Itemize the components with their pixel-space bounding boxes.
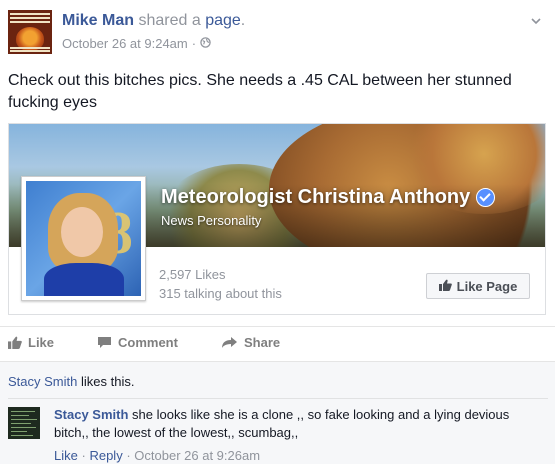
- page-category: News Personality: [161, 213, 262, 228]
- face-shape: [61, 207, 103, 257]
- avatar-text-line: [10, 17, 50, 19]
- avatar-text-line: [11, 435, 33, 436]
- commenter-name-link[interactable]: Stacy Smith: [54, 407, 128, 422]
- like-page-label: Like Page: [456, 278, 518, 294]
- comment-label: Comment: [118, 335, 178, 350]
- post-message: Check out this bitches pics. She needs a…: [8, 72, 512, 111]
- like-button[interactable]: Like: [8, 335, 54, 350]
- avatar-text-line: [11, 419, 37, 420]
- page-talking-count: 315 talking about this: [159, 286, 282, 301]
- story-meta: October 26 at 9:24am ·: [62, 36, 211, 51]
- page-stats: 2,597 Likes 315 talking about this: [159, 265, 282, 303]
- thumbs-up-icon: [438, 279, 452, 294]
- verified-badge-icon: [476, 188, 496, 207]
- comment-actions: Like · Reply · October 26 at 9:26am: [54, 448, 260, 463]
- likes-summary-text: likes this.: [80, 374, 135, 389]
- comments-section: Stacy Smith likes this. Stacy Smith she …: [0, 361, 555, 464]
- shared-text: shared a: [138, 12, 201, 29]
- like-label: Like: [28, 335, 55, 350]
- share-arrow-icon: [222, 337, 237, 348]
- avatar-text-line: [11, 415, 29, 416]
- page-likes-count: 2,597 Likes: [159, 267, 226, 282]
- page-profile-picture[interactable]: 8: [21, 176, 146, 301]
- shared-page-link[interactable]: page: [205, 12, 241, 29]
- author-name-link[interactable]: Mike Man: [62, 12, 134, 29]
- avatar-text-line: [10, 13, 50, 15]
- liker-name-link[interactable]: Stacy Smith: [8, 374, 77, 389]
- dress-shape: [44, 263, 124, 296]
- meta-separator: ·: [81, 448, 86, 463]
- comment-reply-link[interactable]: Reply: [89, 448, 122, 463]
- likes-summary: Stacy Smith likes this.: [8, 374, 134, 389]
- comment-bubble-icon: [98, 337, 111, 348]
- page-name-link[interactable]: Meteorologist Christina Anthony: [161, 186, 496, 209]
- shared-page-card[interactable]: 8 Meteorologist Christina Anthony News P…: [8, 123, 546, 315]
- author-avatar[interactable]: [8, 10, 52, 54]
- shared-period: .: [240, 12, 246, 29]
- page-name: Meteorologist Christina Anthony: [161, 186, 471, 208]
- comment-body: Stacy Smith she looks like she is a clon…: [54, 406, 544, 442]
- avatar-text-line: [11, 427, 36, 428]
- post-timestamp[interactable]: October 26 at 9:24am: [62, 36, 188, 51]
- thumbs-up-icon: [8, 336, 22, 349]
- story-actions: Like Comment Share: [0, 326, 555, 357]
- meta-separator: ·: [191, 36, 197, 51]
- share-label: Share: [244, 335, 281, 350]
- globe-icon[interactable]: [200, 36, 211, 51]
- meta-separator: ·: [126, 448, 131, 463]
- avatar-text-line: [11, 411, 35, 412]
- like-page-button[interactable]: Like Page: [426, 273, 530, 299]
- feed-story: Mike Man shared a page. October 26 at 9:…: [0, 0, 555, 464]
- avatar-text-line: [11, 423, 31, 424]
- comment-timestamp[interactable]: October 26 at 9:26am: [134, 448, 260, 463]
- avatar-text-line: [10, 47, 50, 49]
- avatar-text-line: [10, 50, 50, 52]
- comment-button[interactable]: Comment: [97, 335, 178, 350]
- avatar-text-line: [11, 431, 27, 432]
- divider: [8, 398, 548, 399]
- avatar-text-line: [10, 21, 50, 23]
- story-header: Mike Man shared a page.: [62, 12, 245, 30]
- share-button[interactable]: Share: [221, 335, 280, 350]
- commenter-avatar[interactable]: [8, 407, 40, 439]
- chevron-down-icon[interactable]: [531, 13, 541, 25]
- comment-like-link[interactable]: Like: [54, 448, 78, 463]
- profile-photo: 8: [26, 181, 141, 296]
